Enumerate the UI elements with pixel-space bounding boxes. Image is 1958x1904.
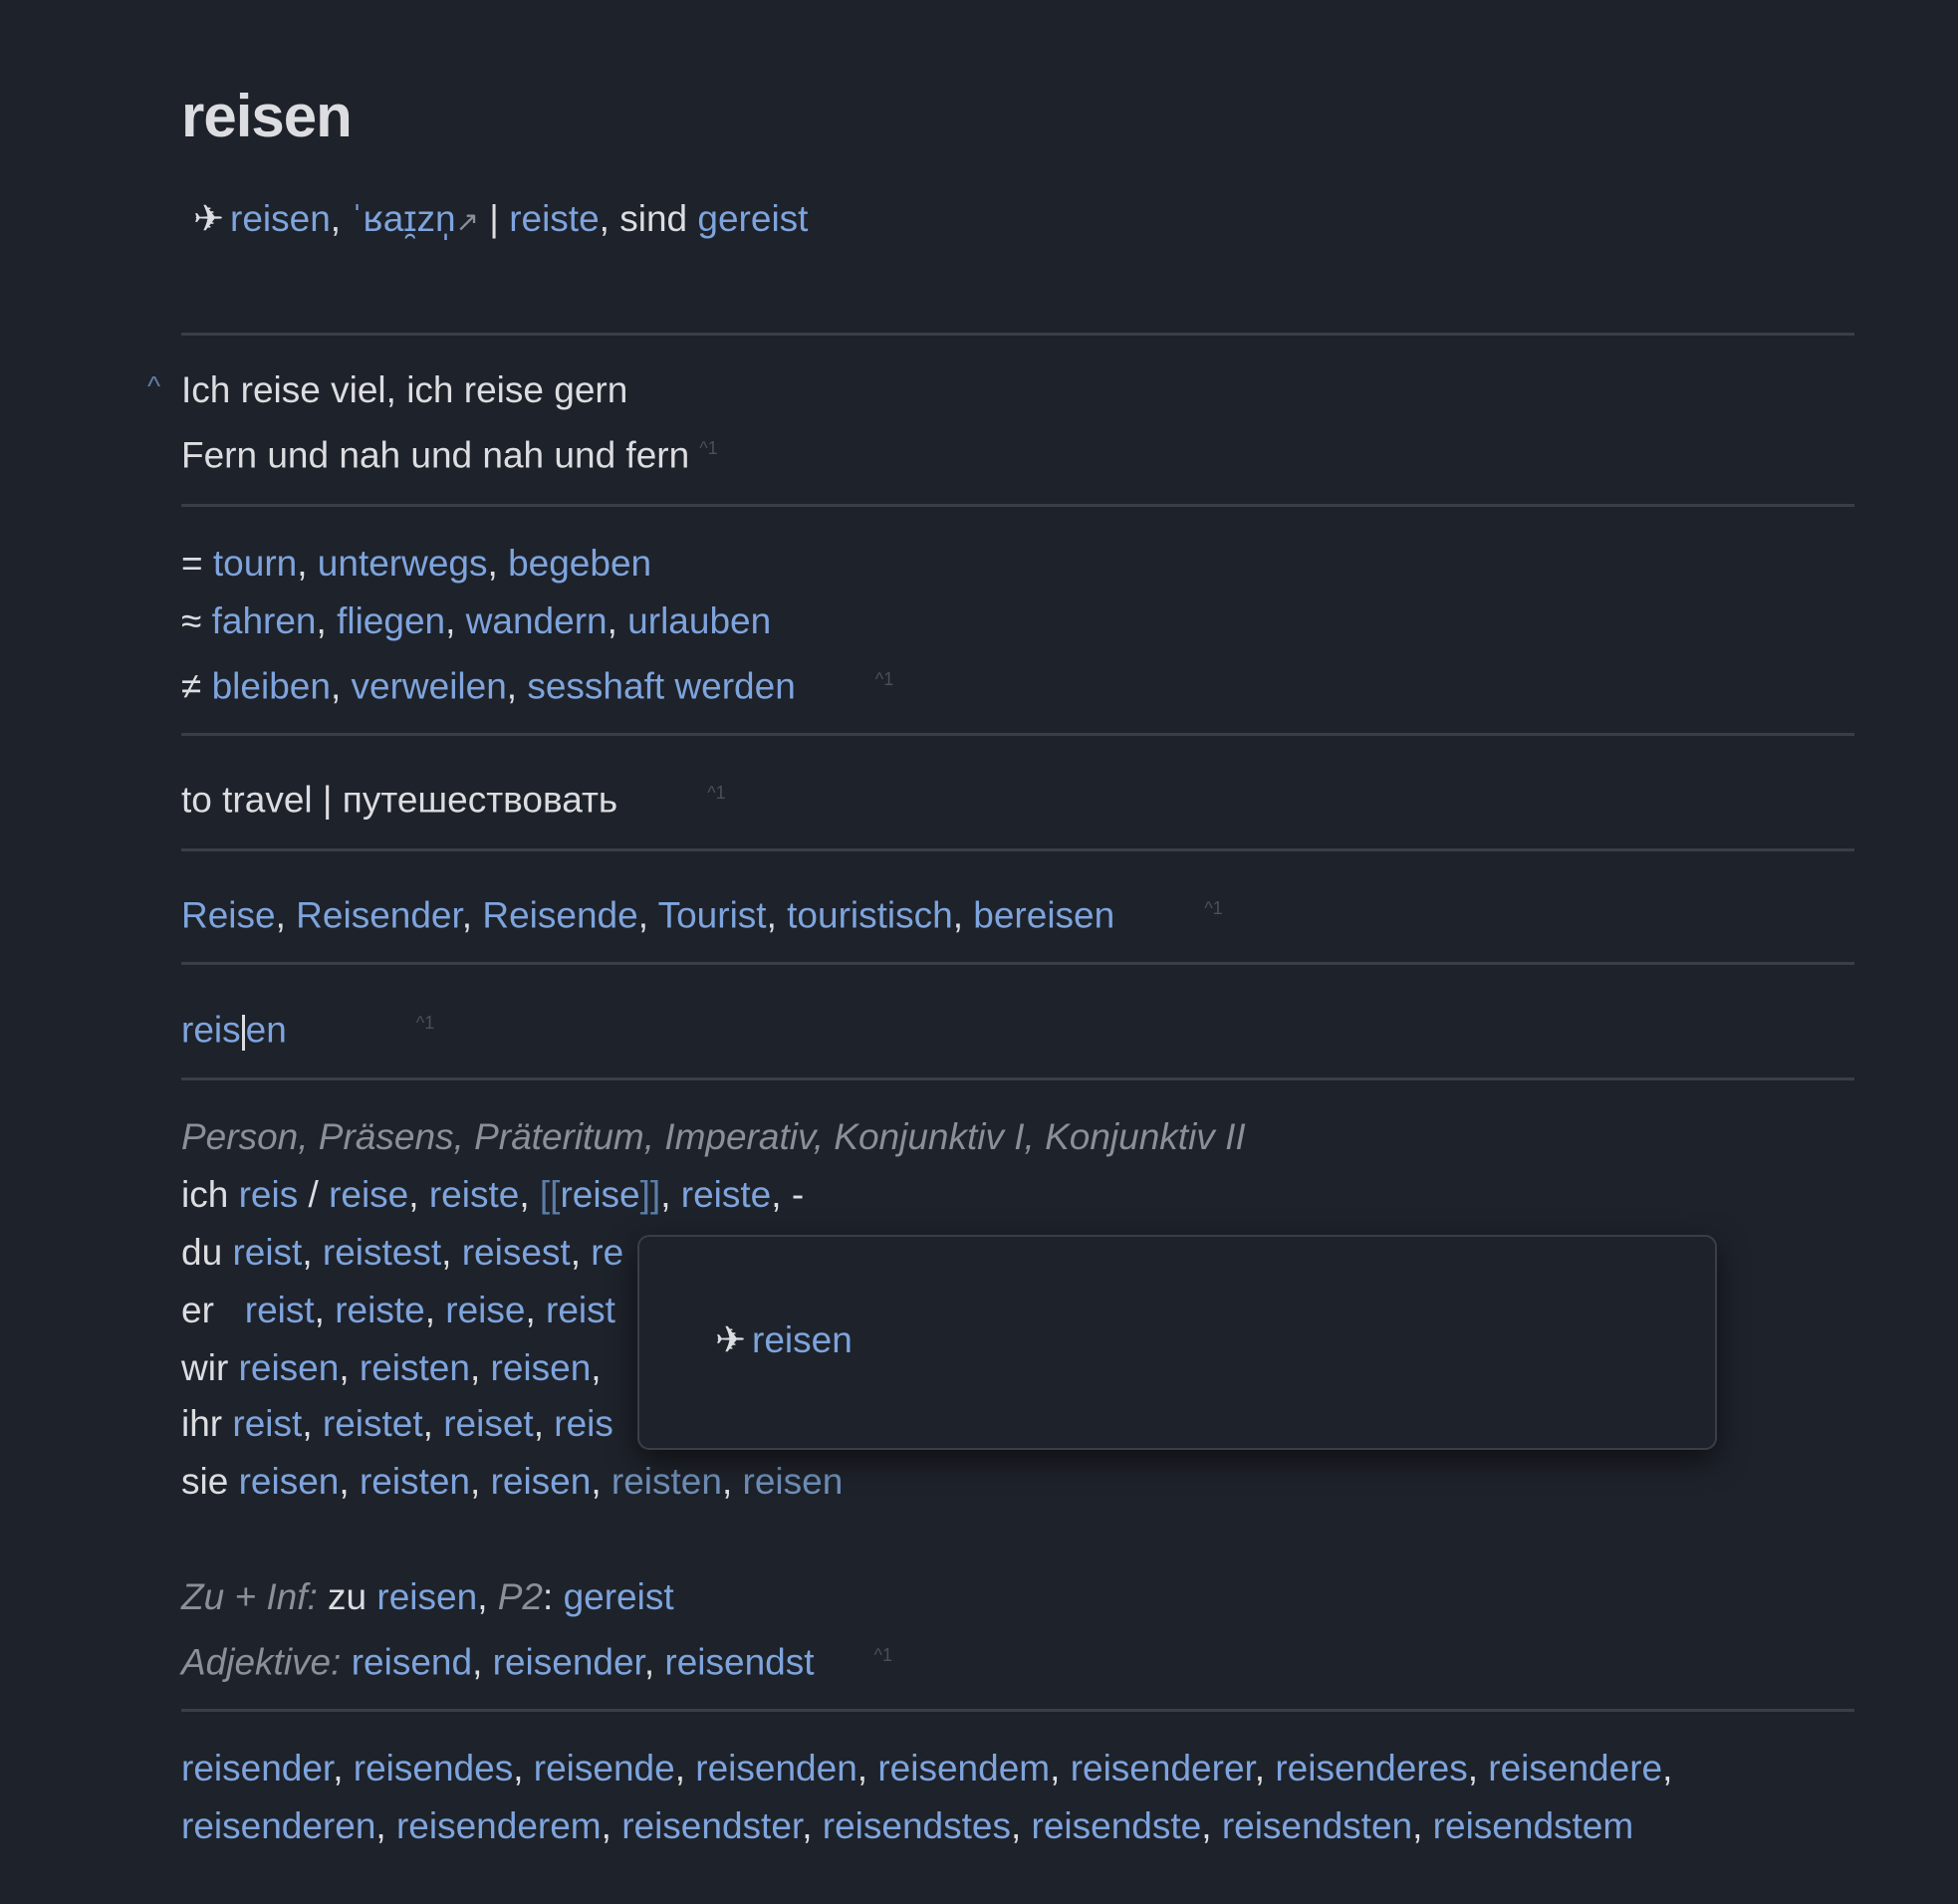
synonym-link[interactable]: begeben (508, 543, 651, 584)
conj-row-ihr: ihr reist, reistet, reiset, reis (181, 1403, 613, 1444)
related-words: Reise, Reisender, Reisende, Tourist, tou… (181, 894, 1223, 936)
conj-row-ich: ich reis / reise, reiste, [[reise]], rei… (181, 1174, 805, 1215)
conj-row-er: er reist, reiste, reise, reist (181, 1290, 615, 1330)
divider (181, 504, 1854, 507)
related-link[interactable]: Tourist (658, 894, 767, 935)
synonym-link[interactable]: urlauben (627, 600, 771, 641)
divider (181, 1077, 1854, 1080)
footnote-ref[interactable]: ^1 (707, 783, 725, 803)
translation: to travel | путешествовать ^1 (181, 779, 726, 821)
antonym-link[interactable]: sesshaft werden (527, 665, 795, 706)
page-title: reisen (181, 83, 353, 149)
conj-row-wir: wir reisen, reisten, reisen, (181, 1347, 602, 1388)
declension-row-1: reisender, reisendes, reisende, reisende… (181, 1748, 1673, 1788)
link-preview-popup[interactable]: ✈ reisen (637, 1235, 1717, 1450)
conj-row-du: du reist, reistest, reisest, re (181, 1232, 624, 1273)
sind-text: sind (619, 198, 688, 239)
footnote-ref[interactable]: ^1 (699, 438, 717, 458)
conj-row-sie: sie reisen, reisten, reisen, reisten, re… (181, 1461, 844, 1502)
example-line-2: Fern und nah und nah und fern ^1 (181, 434, 718, 476)
footnote-ref[interactable]: ^1 (875, 669, 893, 689)
synonyms-equal: = tourn, unterwegs, begeben (181, 543, 652, 584)
partizip-link[interactable]: gereist (697, 198, 808, 239)
praeteritum-link[interactable]: reiste (509, 198, 599, 239)
adjektive-line: Adjektive: reisend, reisender, reisendst… (181, 1641, 893, 1683)
conjugation-header: Person, Präsens, Präteritum, Imperativ, … (181, 1116, 1246, 1157)
word-link[interactable]: reisen (230, 198, 331, 239)
synonyms-not: ≠ bleiben, verweilen, sesshaft werden ^1 (181, 665, 894, 707)
footnote-ref[interactable]: ^1 (874, 1645, 892, 1665)
antonym-link[interactable]: bleiben (212, 665, 331, 706)
divider (181, 333, 1854, 336)
airplane-icon: ✈ (193, 198, 225, 239)
divider (181, 848, 1854, 851)
ipa-link[interactable]: ˈʁaɪ̯zn̩ (351, 198, 455, 239)
related-link[interactable]: Reisender (296, 894, 462, 935)
related-link[interactable]: touristisch (787, 894, 953, 935)
collapse-icon[interactable]: ^ (147, 370, 160, 402)
popup-content: ✈ reisen (715, 1318, 853, 1361)
footnote-ref[interactable]: ^1 (416, 1013, 434, 1033)
synonym-link[interactable]: fliegen (337, 600, 445, 641)
text-cursor (241, 1014, 245, 1051)
example-line-1: Ich reise viel, ich reise gern (181, 369, 628, 410)
synonym-link[interactable]: wandern (466, 600, 608, 641)
related-link[interactable]: Reise (181, 894, 276, 935)
divider (181, 1709, 1854, 1712)
declension-row-2: reisenderen, reisenderem, reisendster, r… (181, 1805, 1634, 1846)
stem-line[interactable]: reis en ^1 (181, 1001, 434, 1052)
external-link-icon[interactable]: ↗ (456, 200, 479, 244)
related-link[interactable]: bereisen (973, 894, 1114, 935)
synonym-link[interactable]: unterwegs (318, 543, 488, 584)
synonyms-approx: ≈ fahren, fliegen, wandern, urlauben (181, 600, 772, 641)
footnote-ref[interactable]: ^1 (1204, 898, 1222, 918)
synonym-link[interactable]: tourn (213, 543, 297, 584)
antonym-link[interactable]: verweilen (352, 665, 507, 706)
header-line: ✈ reisen, ˈʁaɪ̯zn̩↗ | reiste, sind gereis… (193, 197, 808, 244)
synonym-link[interactable]: fahren (212, 600, 317, 641)
divider (181, 733, 1854, 736)
zu-inf-line: Zu + Inf: zu reisen, P2: gereist (181, 1576, 674, 1617)
airplane-icon: ✈ (715, 1319, 747, 1360)
divider (181, 962, 1854, 965)
related-link[interactable]: Reisende (482, 894, 637, 935)
popup-word-link[interactable]: reisen (752, 1319, 853, 1360)
